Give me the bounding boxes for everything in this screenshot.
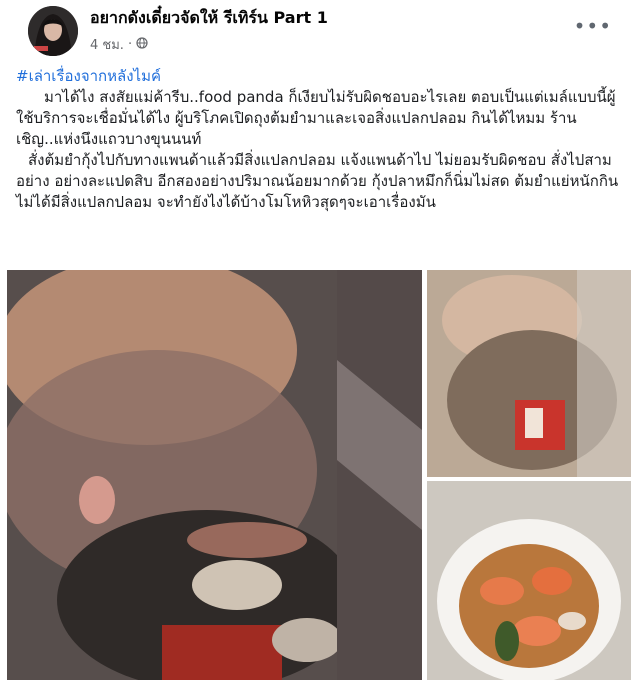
separator-dot: · (127, 37, 133, 52)
hashtag-link[interactable]: #เล่าเรื่องจากหลังไมค์ (16, 66, 628, 87)
post-timestamp[interactable]: 4 ชม. (90, 34, 124, 55)
globe-icon[interactable] (136, 36, 148, 53)
post-text: #เล่าเรื่องจากหลังไมค์ มาได้ไง สงสัยแม่ค… (16, 66, 628, 213)
post-paragraph-1: มาได้ไง สงสัยแม่ค้ารีบ..food panda ก็เงี… (16, 88, 616, 148)
photo-1[interactable] (7, 270, 422, 680)
more-options-icon[interactable]: ••• (574, 14, 612, 38)
photo-3[interactable] (427, 481, 631, 680)
photo-2[interactable] (427, 270, 631, 477)
avatar[interactable] (28, 6, 78, 56)
post-card: อยากดังเดี๋ยวจัดให้ รีเทิร์น Part 1 4 ชม… (0, 0, 640, 680)
post-paragraph-2: สั่งต้มยำกุ้งไปกับทางแพนด้าแล้วมีสิ่งแปล… (16, 151, 619, 211)
photo-grid (0, 270, 640, 680)
author-name[interactable]: อยากดังเดี๋ยวจัดให้ รีเทิร์น Part 1 (90, 6, 328, 31)
post-meta: 4 ชม. · (90, 34, 148, 55)
